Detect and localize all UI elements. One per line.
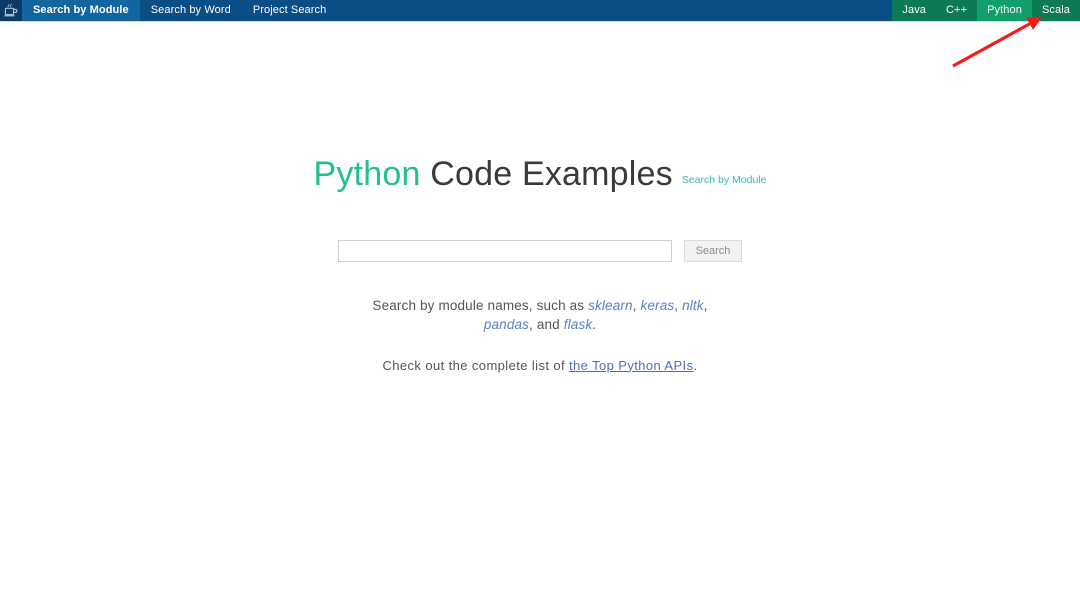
nav-item-project-search[interactable]: Project Search [242,0,338,21]
page-title: Python Code Examples [314,155,673,194]
hint-conj: , and [529,316,564,332]
nav-item-scala[interactable]: Scala [1032,0,1080,21]
hint-module-flask: flask [563,316,593,332]
complete-list-line: Check out the complete list of the Top P… [0,358,1080,373]
hint-sep-3: , [703,297,708,313]
complete-list-prefix: Check out the complete list of [382,357,570,373]
complete-list-suffix: . [693,357,698,373]
site-logo[interactable] [0,0,22,21]
hint-lead: Search by module names, such as [372,297,589,313]
nav-item-search-by-module[interactable]: Search by Module [22,0,140,21]
main-content: Python Code Examples Search by Module Se… [0,22,1080,373]
nav-item-search-by-word[interactable]: Search by Word [140,0,242,21]
page-title-row: Python Code Examples Search by Module [0,132,1080,217]
nav-item-python[interactable]: Python [977,0,1032,21]
hint-sep-2: , [674,297,683,313]
search-hint: Search by module names, such as sklearn,… [360,296,720,334]
page-title-python: Python [313,154,421,193]
hint-module-pandas: pandas [483,316,530,332]
page-subtitle: Search by Module [681,173,767,186]
search-button[interactable]: Search [683,239,743,262]
nav-item-cpp[interactable]: C++ [936,0,977,21]
top-python-apis-link[interactable]: the Top Python APIs [569,358,693,373]
top-navbar: Search by Module Search by Word Project … [0,0,1080,22]
hint-module-nltk: nltk [682,297,704,313]
hint-module-keras: keras [640,297,675,313]
hint-end: . [592,316,597,332]
search-input[interactable] [337,239,672,262]
nav-language-group: Java C++ Python Scala [892,0,1080,21]
nav-left-group: Search by Module Search by Word Project … [22,0,337,21]
coffee-cup-icon [3,3,19,18]
hint-module-sklearn: sklearn [588,297,633,313]
nav-item-java[interactable]: Java [892,0,936,21]
search-row: Search [0,239,1080,262]
page-title-rest: Code Examples [420,154,673,193]
